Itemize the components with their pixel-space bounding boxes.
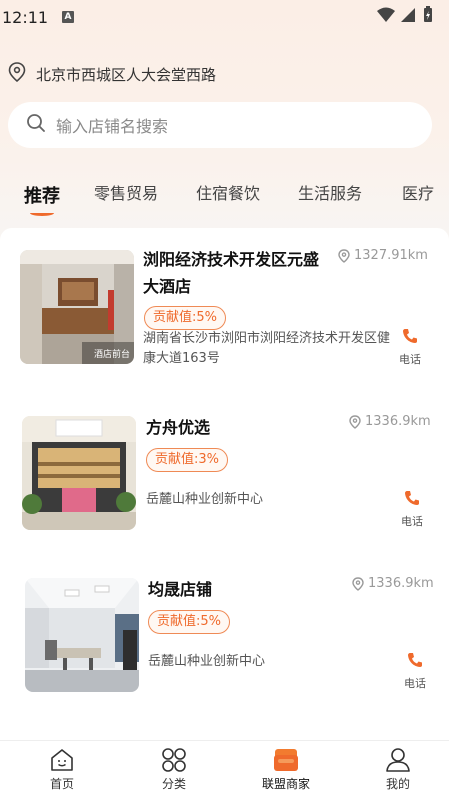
call-label: 电话 xyxy=(401,515,423,528)
location-text: 北京市西城区人大会堂西路 xyxy=(36,65,217,84)
shop-icon xyxy=(274,749,298,771)
call-button[interactable]: 电话 xyxy=(397,490,427,529)
status-icons xyxy=(375,5,435,29)
signal-icon xyxy=(401,8,415,22)
category-tabs: 推荐 零售贸易 住宿餐饮 生活服务 医疗 xyxy=(0,178,449,218)
call-label: 电话 xyxy=(399,353,421,366)
contribution-badge: 贡献值:5% xyxy=(144,306,227,330)
status-bar: 12:11 A xyxy=(0,0,449,34)
store-distance: 1336.9km xyxy=(352,576,434,591)
nav-home[interactable]: 首页 xyxy=(22,741,102,800)
bottom-navigation: 首页 分类 联盟商家 我的 xyxy=(0,740,449,800)
location-pin-icon xyxy=(349,414,361,429)
status-time: 12:11 xyxy=(2,8,49,27)
tab-retail-trade[interactable]: 零售贸易 xyxy=(94,180,158,204)
store-image-caption: 酒店前台 xyxy=(93,350,130,360)
category-icon xyxy=(162,748,186,772)
distance-value: 1327.91km xyxy=(354,248,428,263)
nav-alliance-merchants[interactable]: 联盟商家 xyxy=(246,741,326,800)
wifi-icon xyxy=(377,7,395,22)
store-address: 岳麓山种业创新中心 xyxy=(148,654,266,669)
store-card[interactable]: 酒店前台 浏阳经济技术开发区元盛大酒店 1327.91km 贡献值:5% 湖南省… xyxy=(0,248,449,388)
location-selector[interactable]: 北京市西城区人大会堂西路 xyxy=(8,62,216,86)
store-distance: 1336.9km xyxy=(349,414,431,429)
nav-profile-label: 我的 xyxy=(385,777,410,791)
search-input[interactable]: 输入店铺名搜索 xyxy=(8,102,432,148)
tab-medical[interactable]: 医疗 xyxy=(402,180,434,204)
location-pin-icon xyxy=(352,576,364,591)
nav-category-label: 分类 xyxy=(161,777,186,791)
nav-alliance-merchants-label: 联盟商家 xyxy=(261,777,310,791)
store-name: 均晟店铺 xyxy=(148,580,213,599)
store-distance: 1327.91km xyxy=(338,248,428,263)
call-label: 电话 xyxy=(404,677,426,690)
store-card[interactable]: 方舟优选 1336.9km 贡献值:3% 岳麓山种业创新中心 电话 xyxy=(0,414,449,554)
phone-icon xyxy=(408,653,422,667)
location-pin-icon xyxy=(8,62,26,86)
tab-life-services[interactable]: 生活服务 xyxy=(298,180,362,204)
nav-category[interactable]: 分类 xyxy=(134,741,214,800)
store-list: 酒店前台 浏阳经济技术开发区元盛大酒店 1327.91km 贡献值:5% 湖南省… xyxy=(0,228,449,740)
tab-active-indicator xyxy=(30,210,54,216)
distance-value: 1336.9km xyxy=(368,576,434,591)
store-image xyxy=(22,416,136,530)
location-pin-icon xyxy=(338,248,350,263)
store-name: 浏阳经济技术开发区元盛大酒店 xyxy=(143,250,320,296)
store-address: 湖南省长沙市浏阳市浏阳经济技术开发区健康大道163号 xyxy=(143,331,391,366)
call-button[interactable]: 电话 xyxy=(395,328,425,367)
nav-home-label: 首页 xyxy=(49,777,74,791)
store-name: 方舟优选 xyxy=(146,418,211,437)
tab-lodging-dining[interactable]: 住宿餐饮 xyxy=(196,180,260,204)
notification-icon: A xyxy=(62,11,74,23)
search-placeholder: 输入店铺名搜索 xyxy=(56,117,169,136)
home-icon xyxy=(51,749,73,771)
search-icon xyxy=(26,113,46,137)
store-address: 岳麓山种业创新中心 xyxy=(146,492,264,507)
contribution-badge: 贡献值:5% xyxy=(148,610,231,634)
store-image xyxy=(25,578,139,692)
user-icon xyxy=(386,748,410,772)
contribution-badge: 贡献值:3% xyxy=(146,448,229,472)
distance-value: 1336.9km xyxy=(365,414,431,429)
store-card[interactable]: 均晟店铺 1336.9km 贡献值:5% 岳麓山种业创新中心 电话 xyxy=(0,576,449,716)
phone-icon xyxy=(403,329,417,343)
tab-recommend[interactable]: 推荐 xyxy=(24,182,60,208)
store-image: 酒店前台 xyxy=(20,250,134,364)
call-button[interactable]: 电话 xyxy=(400,652,430,691)
phone-icon xyxy=(405,491,419,505)
nav-profile[interactable]: 我的 xyxy=(358,741,438,800)
